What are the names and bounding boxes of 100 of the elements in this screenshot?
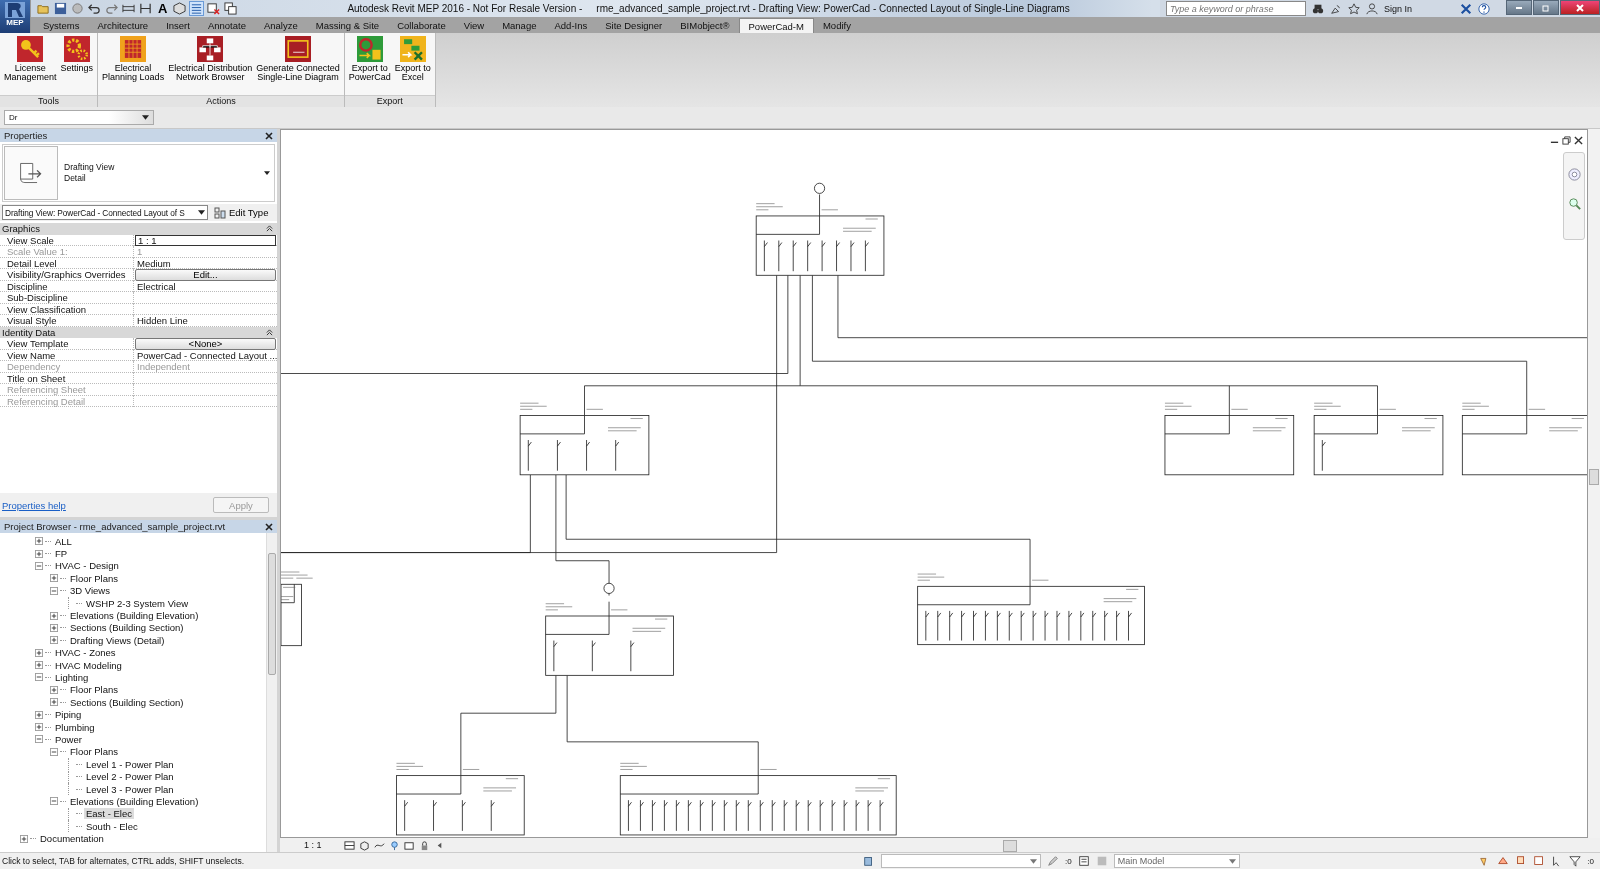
model-dropdown[interactable]: Main Model [1113,854,1240,868]
restore-button[interactable] [1533,0,1559,15]
3d-view-icon[interactable] [173,2,187,15]
ribbon-button[interactable]: Export to Excel [392,36,433,82]
tree-item[interactable]: Plumbing [53,721,97,733]
tree-item[interactable]: Floor Plans [68,746,121,758]
close-hidden-icon[interactable] [207,2,221,15]
ribbon-tab[interactable]: Modify [813,18,860,33]
lock-icon[interactable] [419,839,430,851]
ribbon-button[interactable]: Electrical Distribution Network Browser [166,36,255,82]
tree-item[interactable]: HVAC - Zones [53,647,118,659]
expand-icon[interactable] [35,661,43,670]
undo-icon[interactable] [88,2,101,15]
ribbon-tab[interactable]: View [454,18,494,33]
scrollbar[interactable] [1588,129,1600,838]
steering-wheel-icon[interactable] [1566,167,1582,182]
tree-item[interactable]: FP [53,548,70,560]
tree-item[interactable]: 3D Views [68,585,112,597]
tree-item[interactable]: Level 3 - Power Plan [84,783,176,795]
face-select-icon[interactable] [1533,855,1546,867]
switch-windows-icon[interactable] [224,2,238,15]
ribbon-button[interactable]: Generate Connected Single-Line Diagram [254,36,342,82]
tree-item[interactable]: Drafting Views (Detail) [68,634,167,646]
ribbon-button[interactable]: Export to PowerCad [346,36,393,82]
tree-item[interactable]: HVAC - Design [53,560,121,572]
tree-item[interactable]: South - Elec [84,820,140,832]
measure-icon[interactable] [122,2,135,15]
design-options-icon[interactable] [1077,855,1090,867]
ribbon-tab[interactable]: PowerCad-M [738,18,814,33]
ribbon-button[interactable]: License Management [2,36,59,82]
redo-icon[interactable] [105,2,118,15]
restore-icon[interactable] [1562,136,1571,145]
binoculars-icon[interactable] [1312,2,1324,15]
dimension-icon[interactable] [139,2,152,15]
instance-dropdown[interactable]: Drafting View: PowerCad - Connected Layout of S [2,205,208,220]
worksets-icon[interactable] [863,855,875,867]
collapse-icon[interactable] [50,797,58,806]
value-field[interactable]: 1 : 1 [135,234,276,246]
close-icon[interactable] [1574,136,1583,145]
open-icon[interactable] [37,2,50,15]
tree-item[interactable]: Power [53,733,84,745]
zoom-icon[interactable] [1566,196,1582,211]
expand-icon[interactable] [35,723,43,732]
tree-item[interactable]: HVAC Modeling [53,659,124,671]
tree-item[interactable]: Floor Plans [68,572,121,584]
scrollbar[interactable] [266,533,277,852]
ribbon-tab[interactable]: Site Designer [596,18,672,33]
search-field[interactable]: Type a keyword or phrase [1166,1,1306,16]
expand-icon[interactable] [35,710,43,719]
visual-style-icon[interactable] [359,839,370,851]
group-header[interactable]: Graphics [0,223,277,235]
help-icon[interactable] [1478,2,1490,15]
tree-item[interactable]: Level 1 - Power Plan [84,758,176,770]
expand-icon[interactable] [50,636,58,645]
ribbon-button[interactable]: Electrical Planning Loads [100,36,167,82]
tree-item[interactable]: ALL [53,535,74,547]
filter-icon[interactable] [1569,855,1582,867]
value-button[interactable]: <None> [135,338,276,350]
underlay-select-icon[interactable] [1497,855,1510,867]
collapse-icon[interactable] [35,735,43,744]
pencil-icon[interactable] [1047,855,1059,867]
application-menu-button[interactable]: MEP [0,0,31,33]
view-scale[interactable]: 1 : 1 [304,840,340,850]
edit-type-button[interactable]: Edit Type [212,206,271,219]
ribbon-tab[interactable]: Systems [34,18,89,33]
close-button[interactable] [1560,0,1600,15]
tree-item[interactable]: Documentation [38,833,106,845]
tree-item[interactable]: Sections (Building Section) [68,696,186,708]
detail-level-icon[interactable] [344,839,355,851]
star-icon[interactable] [1348,2,1360,15]
ribbon-button[interactable]: Settings [58,36,96,73]
ribbon-tab[interactable]: Massing & Site [306,18,389,33]
expand-icon[interactable] [35,537,43,546]
bulb-icon[interactable] [389,839,400,851]
type-selector[interactable]: Dr [4,110,154,125]
sign-in-link[interactable]: Sign In [1384,3,1454,14]
ribbon-tab[interactable]: Collaborate [388,18,455,33]
tree-item[interactable]: WSHP 2-3 System View [84,597,191,609]
expand-icon[interactable] [50,574,58,583]
ribbon-tab[interactable]: Manage [493,18,546,33]
expand-icon[interactable] [50,623,58,632]
collapse-icon[interactable] [50,747,58,756]
expand-icon[interactable] [50,698,58,707]
tree-item[interactable]: Lighting [53,672,91,683]
hide-icon[interactable] [404,839,415,851]
expand-icon[interactable] [20,834,28,843]
ribbon-tab[interactable]: Add-Ins [545,18,597,33]
close-icon[interactable] [265,522,273,531]
thin-lines-icon[interactable] [190,2,204,15]
tree-item[interactable]: East - Elec [84,808,134,820]
expand-icon[interactable] [35,549,43,558]
type-preview[interactable]: Drafting View Detail [2,144,275,202]
tree-item[interactable]: Sections (Building Section) [68,622,186,634]
tree-item[interactable]: Level 2 - Power Plan [84,771,176,783]
ribbon-tab[interactable]: BIMobject® [671,18,739,33]
tree-item[interactable]: Floor Plans [68,684,121,696]
value-button[interactable]: Edit... [135,269,276,281]
help-link[interactable]: Properties help [2,499,66,511]
ribbon-tab[interactable]: Architecture [88,18,158,33]
collapse-icon[interactable] [35,673,43,682]
